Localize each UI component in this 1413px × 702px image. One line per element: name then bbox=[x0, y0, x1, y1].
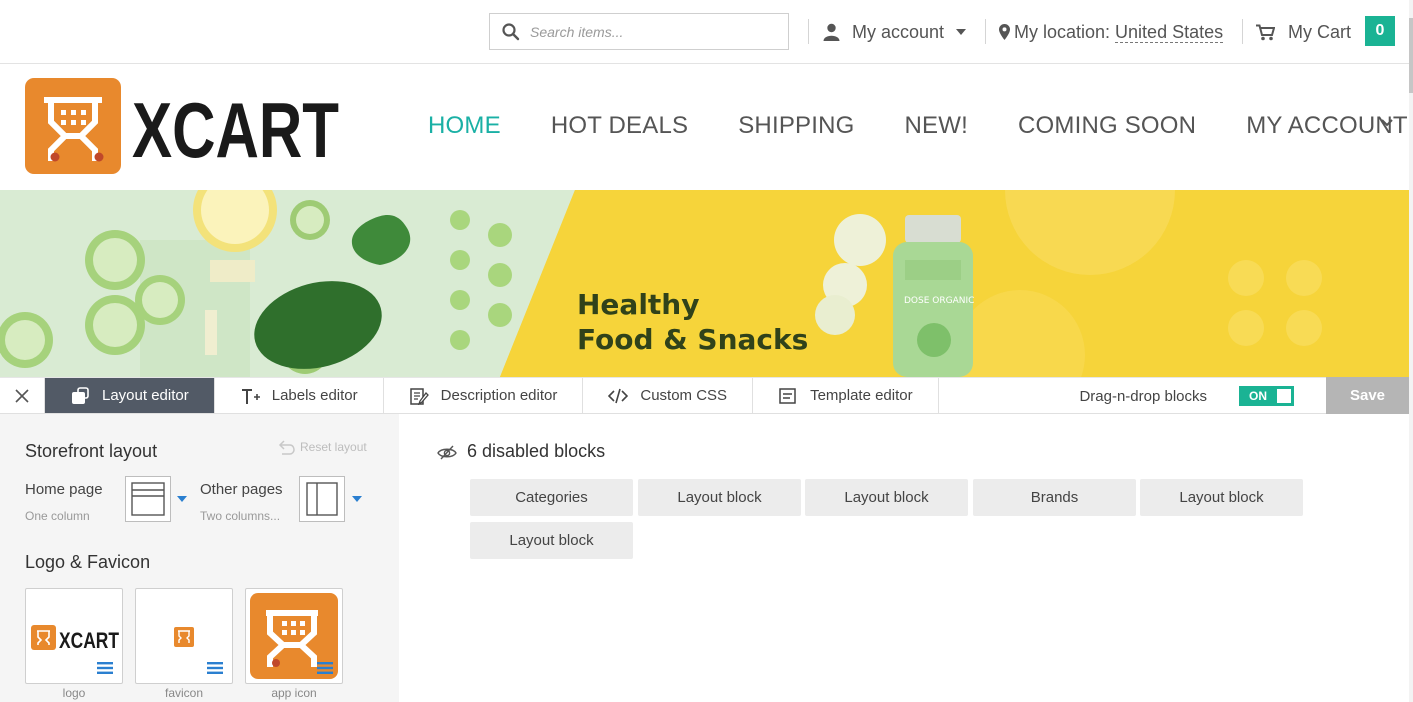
nav-item-shipping[interactable]: SHIPPING bbox=[738, 112, 854, 140]
toggle-knob bbox=[1277, 389, 1291, 403]
divider bbox=[808, 19, 809, 44]
logo-caption: logo bbox=[62, 686, 86, 700]
close-icon bbox=[15, 388, 29, 403]
chevron-down-icon bbox=[956, 29, 967, 35]
chevron-down-icon[interactable] bbox=[1380, 116, 1394, 130]
layout-icon bbox=[72, 386, 89, 404]
reset-icon bbox=[278, 440, 295, 455]
eye-slash-icon bbox=[437, 445, 457, 459]
template-icon bbox=[779, 387, 796, 404]
home-layout-selector[interactable] bbox=[125, 476, 171, 522]
tab-template-editor[interactable]: Template editor bbox=[753, 378, 939, 413]
bottle-label: DOSE ORGANIC bbox=[904, 296, 974, 306]
page-scrollbar[interactable] bbox=[1409, 0, 1413, 702]
tab-label: Description editor bbox=[440, 387, 558, 404]
favicon-caption: favicon bbox=[164, 686, 204, 700]
logo-preview-wordmark: XCART bbox=[59, 628, 119, 653]
menu-icon[interactable] bbox=[97, 662, 113, 674]
reset-layout-button[interactable]: Reset layout bbox=[278, 439, 367, 455]
layout-sidebar: Storefront layout Reset layout Home page… bbox=[0, 414, 399, 702]
code-icon bbox=[608, 388, 629, 403]
disabled-blocks-title: 6 disabled blocks bbox=[467, 441, 606, 461]
nav-item-coming-soon[interactable]: COMING SOON bbox=[1018, 112, 1196, 140]
scrollbar-thumb[interactable] bbox=[1409, 18, 1413, 93]
search-icon bbox=[502, 23, 520, 41]
toolbar-right: Drag-n-drop blocks ON Save bbox=[1079, 377, 1409, 414]
menu-icon[interactable] bbox=[207, 662, 223, 674]
storefront-layout-title: Storefront layout bbox=[25, 441, 158, 461]
app-icon-caption: app icon bbox=[271, 686, 317, 700]
my-cart-label: My Cart bbox=[1288, 21, 1351, 42]
nav-item-hot-deals[interactable]: HOT DEALS bbox=[551, 112, 688, 140]
tab-label: Template editor bbox=[810, 387, 913, 404]
nav-item-home[interactable]: HOME bbox=[428, 112, 501, 140]
reset-layout-label: Reset layout bbox=[300, 440, 367, 454]
editor-toolbar: Layout editor Labels editor Description … bbox=[0, 377, 1409, 414]
one-column-layout-icon bbox=[131, 482, 165, 516]
save-button[interactable]: Save bbox=[1326, 377, 1409, 414]
chevron-down-icon[interactable] bbox=[352, 496, 362, 502]
tab-labels-editor[interactable]: Labels editor bbox=[215, 378, 384, 413]
location-value-link[interactable]: United States bbox=[1115, 22, 1224, 43]
home-page-sub: One column bbox=[25, 509, 90, 523]
divider bbox=[1242, 19, 1243, 44]
tab-label: Layout editor bbox=[102, 387, 189, 404]
disabled-block-layout[interactable]: Layout block bbox=[1140, 479, 1303, 516]
edit-icon bbox=[409, 387, 429, 405]
nav-item-new[interactable]: NEW! bbox=[905, 112, 968, 140]
disabled-blocks-area: 6 disabled blocks Categories Layout bloc… bbox=[399, 414, 1409, 702]
disabled-block-layout[interactable]: Layout block bbox=[638, 479, 801, 516]
disabled-block-brands[interactable]: Brands bbox=[973, 479, 1136, 516]
favicon-thumbnail[interactable] bbox=[135, 588, 233, 684]
disabled-blocks-header: 6 disabled blocks bbox=[437, 441, 605, 462]
search-box[interactable] bbox=[489, 13, 789, 50]
disabled-block-layout[interactable]: Layout block bbox=[805, 479, 968, 516]
close-editor-button[interactable] bbox=[0, 378, 45, 413]
cart-icon bbox=[1256, 24, 1275, 40]
divider bbox=[985, 19, 986, 44]
tab-label: Labels editor bbox=[271, 387, 358, 404]
location-prefix: My location: bbox=[1014, 21, 1111, 42]
main-nav: HOME HOT DEALS SHIPPING NEW! COMING SOON… bbox=[428, 108, 1413, 144]
drag-n-drop-label: Drag-n-drop blocks bbox=[1079, 387, 1207, 405]
location-selector[interactable]: My location: United States bbox=[999, 18, 1224, 46]
logo-favicon-title: Logo & Favicon bbox=[25, 552, 151, 572]
banner-line-2: Food & Snacks bbox=[577, 323, 809, 356]
chevron-down-icon[interactable] bbox=[177, 496, 187, 502]
app-icon-thumbnail[interactable] bbox=[245, 588, 343, 684]
disabled-block-categories[interactable]: Categories bbox=[470, 479, 633, 516]
user-icon bbox=[823, 23, 840, 41]
xcart-logo-icon: XCART bbox=[25, 78, 339, 174]
disabled-block-layout[interactable]: Layout block bbox=[470, 522, 633, 559]
two-columns-layout-icon bbox=[306, 482, 338, 516]
tab-layout-editor[interactable]: Layout editor bbox=[45, 378, 215, 413]
tab-description-editor[interactable]: Description editor bbox=[384, 378, 584, 413]
site-logo[interactable]: XCART bbox=[25, 78, 340, 175]
logo-thumbnail[interactable]: XCART bbox=[25, 588, 123, 684]
banner-line-1: Healthy bbox=[577, 288, 700, 321]
other-pages-sub: Two columns... bbox=[200, 509, 281, 523]
map-pin-icon bbox=[999, 24, 1010, 40]
hero-banner[interactable]: DOSE ORGANIC Healthy Food & Snacks bbox=[0, 190, 1409, 377]
search-input[interactable] bbox=[530, 20, 780, 44]
other-pages-label: Other pages bbox=[200, 481, 283, 498]
menu-icon[interactable] bbox=[317, 662, 333, 674]
tab-label: Custom CSS bbox=[640, 387, 728, 404]
cart-count-badge: 0 bbox=[1365, 16, 1395, 46]
other-layout-selector[interactable] bbox=[299, 476, 345, 522]
home-page-label: Home page bbox=[25, 481, 103, 498]
my-account-dropdown[interactable]: My account bbox=[823, 18, 967, 46]
tab-custom-css[interactable]: Custom CSS bbox=[583, 378, 754, 413]
site-header: XCART HOME HOT DEALS SHIPPING NEW! COMIN… bbox=[0, 64, 1409, 190]
my-cart-link[interactable]: My Cart 0 bbox=[1256, 16, 1395, 46]
drag-n-drop-toggle[interactable]: ON bbox=[1239, 386, 1294, 406]
banner-headline: Healthy Food & Snacks bbox=[577, 287, 808, 357]
top-utility-bar: My account My location: United States My… bbox=[0, 0, 1413, 64]
toggle-state: ON bbox=[1249, 389, 1267, 403]
text-icon bbox=[241, 388, 260, 404]
my-account-label: My account bbox=[852, 21, 945, 42]
